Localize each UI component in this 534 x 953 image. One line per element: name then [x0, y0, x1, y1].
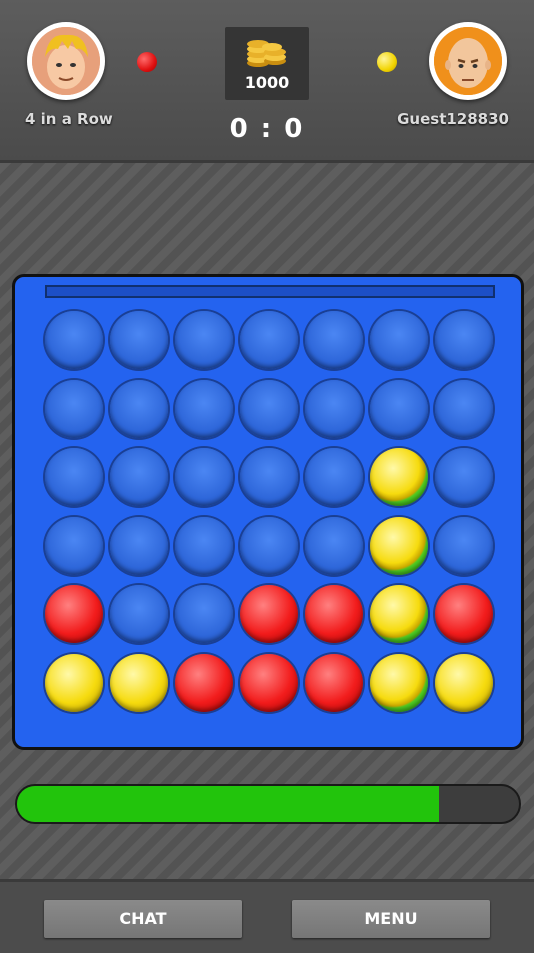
player-right-name: Guest128830	[397, 110, 509, 128]
board-slot[interactable]	[175, 379, 233, 438]
board-slot[interactable]	[110, 585, 168, 643]
board-slot[interactable]	[435, 311, 493, 369]
winning-disc[interactable]	[370, 585, 428, 643]
board-slot[interactable]	[370, 379, 428, 438]
board-slot[interactable]	[240, 516, 298, 575]
drop-rail	[45, 285, 495, 298]
player-right-avatar[interactable]	[429, 22, 507, 100]
board-slot[interactable]	[175, 585, 233, 643]
red-disc[interactable]	[435, 585, 493, 643]
board-slot[interactable]	[305, 516, 363, 575]
red-disc[interactable]	[175, 653, 233, 712]
board-slot[interactable]	[435, 516, 493, 575]
board-slot[interactable]	[45, 379, 103, 438]
red-disc[interactable]	[240, 653, 298, 712]
coin-balance: 1000	[225, 27, 309, 100]
blond-boy-avatar-icon	[32, 27, 100, 95]
red-disc[interactable]	[240, 585, 298, 643]
player-left-color-indicator	[137, 52, 157, 72]
coin-value: 1000	[244, 73, 290, 92]
match-score: 0 : 0	[229, 114, 305, 144]
winning-disc[interactable]	[370, 448, 428, 506]
menu-button[interactable]: MENU	[292, 900, 490, 938]
gold-coins-icon	[247, 40, 286, 67]
board-slot[interactable]	[305, 311, 363, 369]
board-slot[interactable]	[45, 516, 103, 575]
board-slot[interactable]	[240, 311, 298, 369]
player-right-color-indicator	[377, 52, 397, 72]
board-slot[interactable]	[175, 516, 233, 575]
board-slot[interactable]	[110, 311, 168, 369]
winning-disc[interactable]	[370, 516, 428, 575]
board-slot[interactable]	[435, 448, 493, 506]
board-slot[interactable]	[110, 516, 168, 575]
chat-button[interactable]: CHAT	[44, 900, 242, 938]
board-slot[interactable]	[240, 448, 298, 506]
board-slot[interactable]	[175, 311, 233, 369]
yellow-disc[interactable]	[435, 653, 493, 712]
red-disc[interactable]	[305, 653, 363, 712]
board-slot[interactable]	[240, 379, 298, 438]
player-left-avatar[interactable]	[27, 22, 105, 100]
player-left-name: 4 in a Row	[25, 110, 113, 128]
board-slot[interactable]	[45, 311, 103, 369]
board-slot[interactable]	[175, 448, 233, 506]
game-board[interactable]	[12, 274, 524, 750]
board-slot[interactable]	[370, 311, 428, 369]
turn-timer-fill	[17, 786, 439, 822]
board-slot[interactable]	[45, 448, 103, 506]
board-slot[interactable]	[110, 379, 168, 438]
bald-man-avatar-icon	[434, 27, 502, 95]
red-disc[interactable]	[45, 585, 103, 643]
red-disc[interactable]	[305, 585, 363, 643]
yellow-disc[interactable]	[110, 653, 168, 712]
yellow-disc[interactable]	[45, 653, 103, 712]
winning-disc[interactable]	[370, 653, 428, 712]
board-slot[interactable]	[110, 448, 168, 506]
board-slot[interactable]	[305, 448, 363, 506]
turn-timer-bar	[15, 784, 521, 824]
board-slot[interactable]	[305, 379, 363, 438]
board-slot[interactable]	[435, 379, 493, 438]
